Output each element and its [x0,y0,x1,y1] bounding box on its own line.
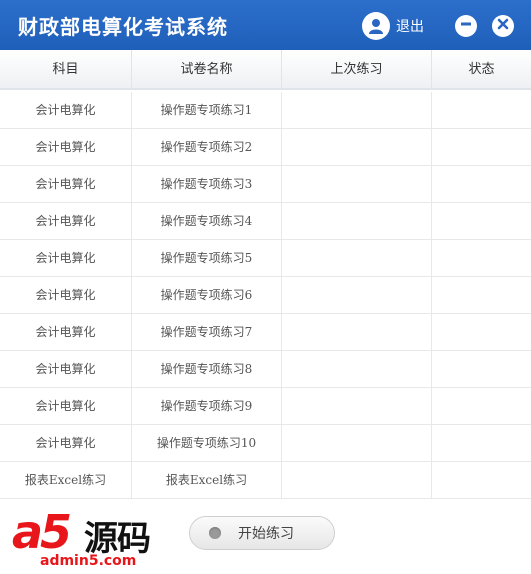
cell-paper-name: 操作题专项练习5 [132,240,282,276]
cell-last-practice [282,388,432,424]
table-body: 会计电算化 操作题专项练习1 会计电算化 操作题专项练习2 会计电算化 操作题专… [0,92,531,499]
table-row[interactable]: 会计电算化 操作题专项练习6 [0,277,531,314]
cell-paper-name: 操作题专项练习10 [132,425,282,461]
cell-last-practice [282,351,432,387]
cell-status [432,277,531,313]
close-icon [497,17,509,35]
cell-paper-name: 操作题专项练习2 [132,129,282,165]
table-row[interactable]: 报表Excel练习 报表Excel练习 [0,462,531,499]
cell-subject: 会计电算化 [0,129,132,165]
cell-status [432,240,531,276]
cell-subject: 会计电算化 [0,388,132,424]
cell-subject: 会计电算化 [0,92,132,128]
table-row[interactable]: 会计电算化 操作题专项练习1 [0,92,531,129]
header-status[interactable]: 状态 [432,50,531,90]
cell-paper-name: 操作题专项练习6 [132,277,282,313]
cell-last-practice [282,277,432,313]
cell-status [432,462,531,498]
cell-last-practice [282,129,432,165]
table-row[interactable]: 会计电算化 操作题专项练习10 [0,425,531,462]
cell-last-practice [282,314,432,350]
cell-subject: 会计电算化 [0,203,132,239]
cell-last-practice [282,425,432,461]
cell-subject: 会计电算化 [0,425,132,461]
start-practice-button[interactable]: 开始练习 [189,516,335,550]
table-row[interactable]: 会计电算化 操作题专项练习5 [0,240,531,277]
cell-paper-name: 报表Excel练习 [132,462,282,498]
app-title: 财政部电算化考试系统 [18,15,228,39]
cell-subject: 报表Excel练习 [0,462,132,498]
radio-dot-icon [209,527,221,539]
cell-last-practice [282,166,432,202]
cell-last-practice [282,240,432,276]
cell-status [432,129,531,165]
cell-status [432,388,531,424]
cell-paper-name: 操作题专项练习3 [132,166,282,202]
cell-subject: 会计电算化 [0,277,132,313]
header-paper-name[interactable]: 试卷名称 [132,50,282,90]
cell-subject: 会计电算化 [0,351,132,387]
cell-paper-name: 操作题专项练习8 [132,351,282,387]
cell-status [432,314,531,350]
cell-status [432,203,531,239]
logout-button[interactable]: 退出 [362,12,424,40]
table-header: 科目 试卷名称 上次练习 状态 [0,50,531,90]
table-row[interactable]: 会计电算化 操作题专项练习4 [0,203,531,240]
header-last-practice[interactable]: 上次练习 [282,50,432,90]
watermark-brand: a5 [12,505,72,559]
table-row[interactable]: 会计电算化 操作题专项练习2 [0,129,531,166]
exam-list-panel: 科目 试卷名称 上次练习 状态 会计电算化 操作题专项练习1 会计电算化 操作题… [0,50,531,500]
cell-subject: 会计电算化 [0,240,132,276]
close-button[interactable] [492,15,514,37]
user-icon [362,12,390,40]
cell-paper-name: 操作题专项练习4 [132,203,282,239]
watermark-url: admin5.com [40,553,137,569]
title-bar: 财政部电算化考试系统 退出 [0,0,531,50]
logout-label: 退出 [396,19,424,35]
cell-paper-name: 操作题专项练习1 [132,92,282,128]
table-row[interactable]: 会计电算化 操作题专项练习3 [0,166,531,203]
cell-last-practice [282,462,432,498]
cell-subject: 会计电算化 [0,166,132,202]
cell-subject: 会计电算化 [0,314,132,350]
cell-status [432,92,531,128]
minimize-button[interactable] [455,15,477,37]
header-subject[interactable]: 科目 [0,50,132,90]
cell-status [432,351,531,387]
table-row[interactable]: 会计电算化 操作题专项练习9 [0,388,531,425]
cell-status [432,166,531,202]
cell-paper-name: 操作题专项练习9 [132,388,282,424]
start-practice-label: 开始练习 [238,526,294,542]
table-row[interactable]: 会计电算化 操作题专项练习8 [0,351,531,388]
watermark-logo: a5 源码 admin5.com [0,505,170,574]
minimize-icon [460,17,472,35]
cell-status [432,425,531,461]
cell-last-practice [282,92,432,128]
table-row[interactable]: 会计电算化 操作题专项练习7 [0,314,531,351]
cell-paper-name: 操作题专项练习7 [132,314,282,350]
cell-last-practice [282,203,432,239]
